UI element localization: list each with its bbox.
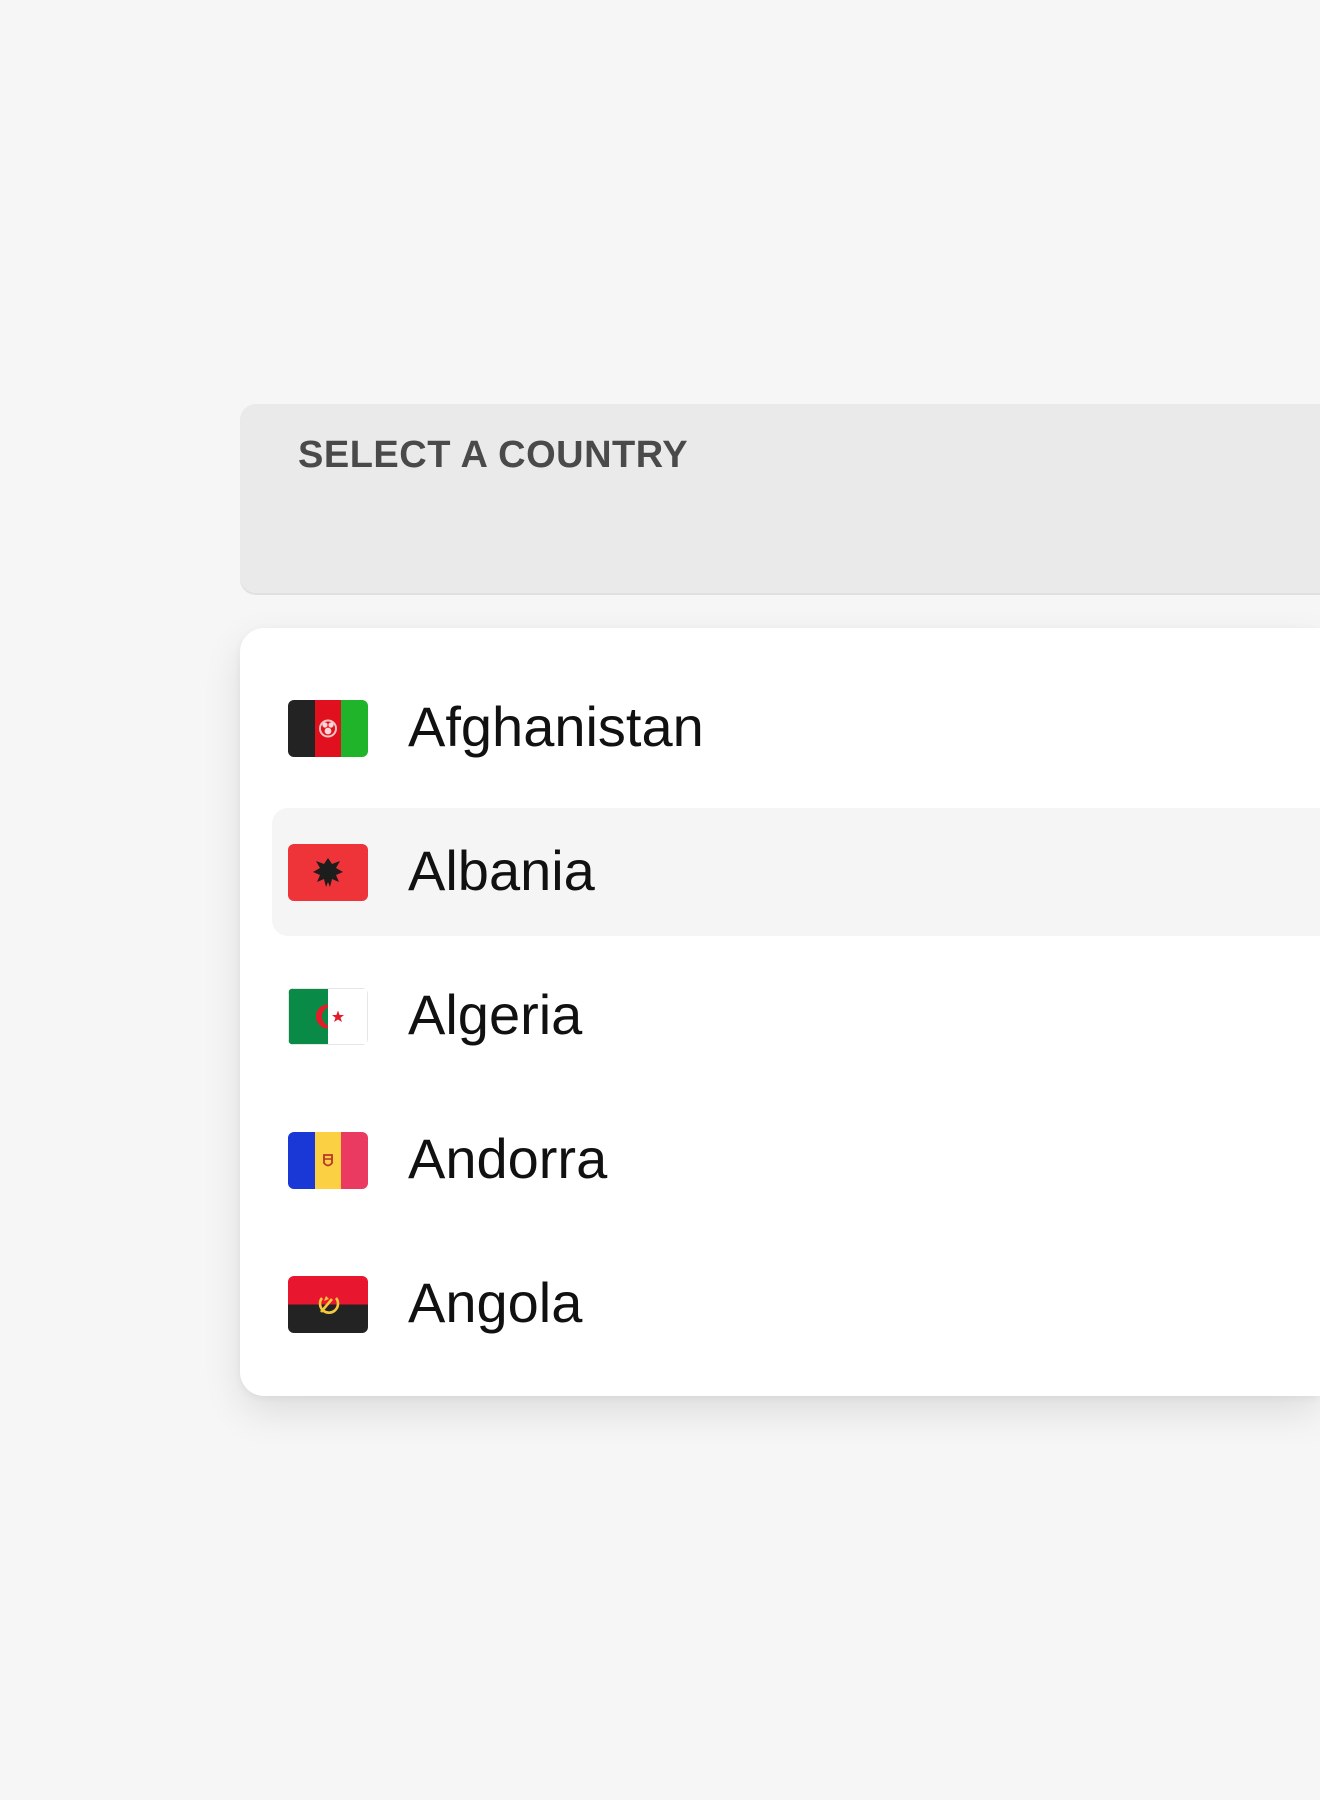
option-label: Angola: [408, 1271, 583, 1334]
option-angola[interactable]: Angola: [272, 1240, 1320, 1368]
option-algeria[interactable]: Algeria: [272, 952, 1320, 1080]
angola-flag-icon: [288, 1276, 368, 1333]
option-label: Albania: [408, 839, 595, 902]
option-albania[interactable]: Albania: [272, 808, 1320, 936]
option-label: Afghanistan: [408, 695, 704, 758]
option-label: Algeria: [408, 983, 583, 1046]
option-afghanistan[interactable]: Afghanistan: [272, 664, 1320, 792]
andorra-flag-icon: [288, 1132, 368, 1189]
afghanistan-flag-icon: [288, 700, 368, 757]
algeria-flag-icon: [288, 988, 368, 1045]
option-label: Andorra: [408, 1127, 608, 1190]
option-andorra[interactable]: Andorra: [272, 1096, 1320, 1224]
country-dropdown-list: Afghanistan Albania Algeria Andorra Ango…: [240, 628, 1320, 1396]
country-select-field[interactable]: SELECT A COUNTRY: [240, 404, 1320, 595]
albania-flag-icon: [288, 844, 368, 901]
select-label: SELECT A COUNTRY: [298, 434, 689, 476]
